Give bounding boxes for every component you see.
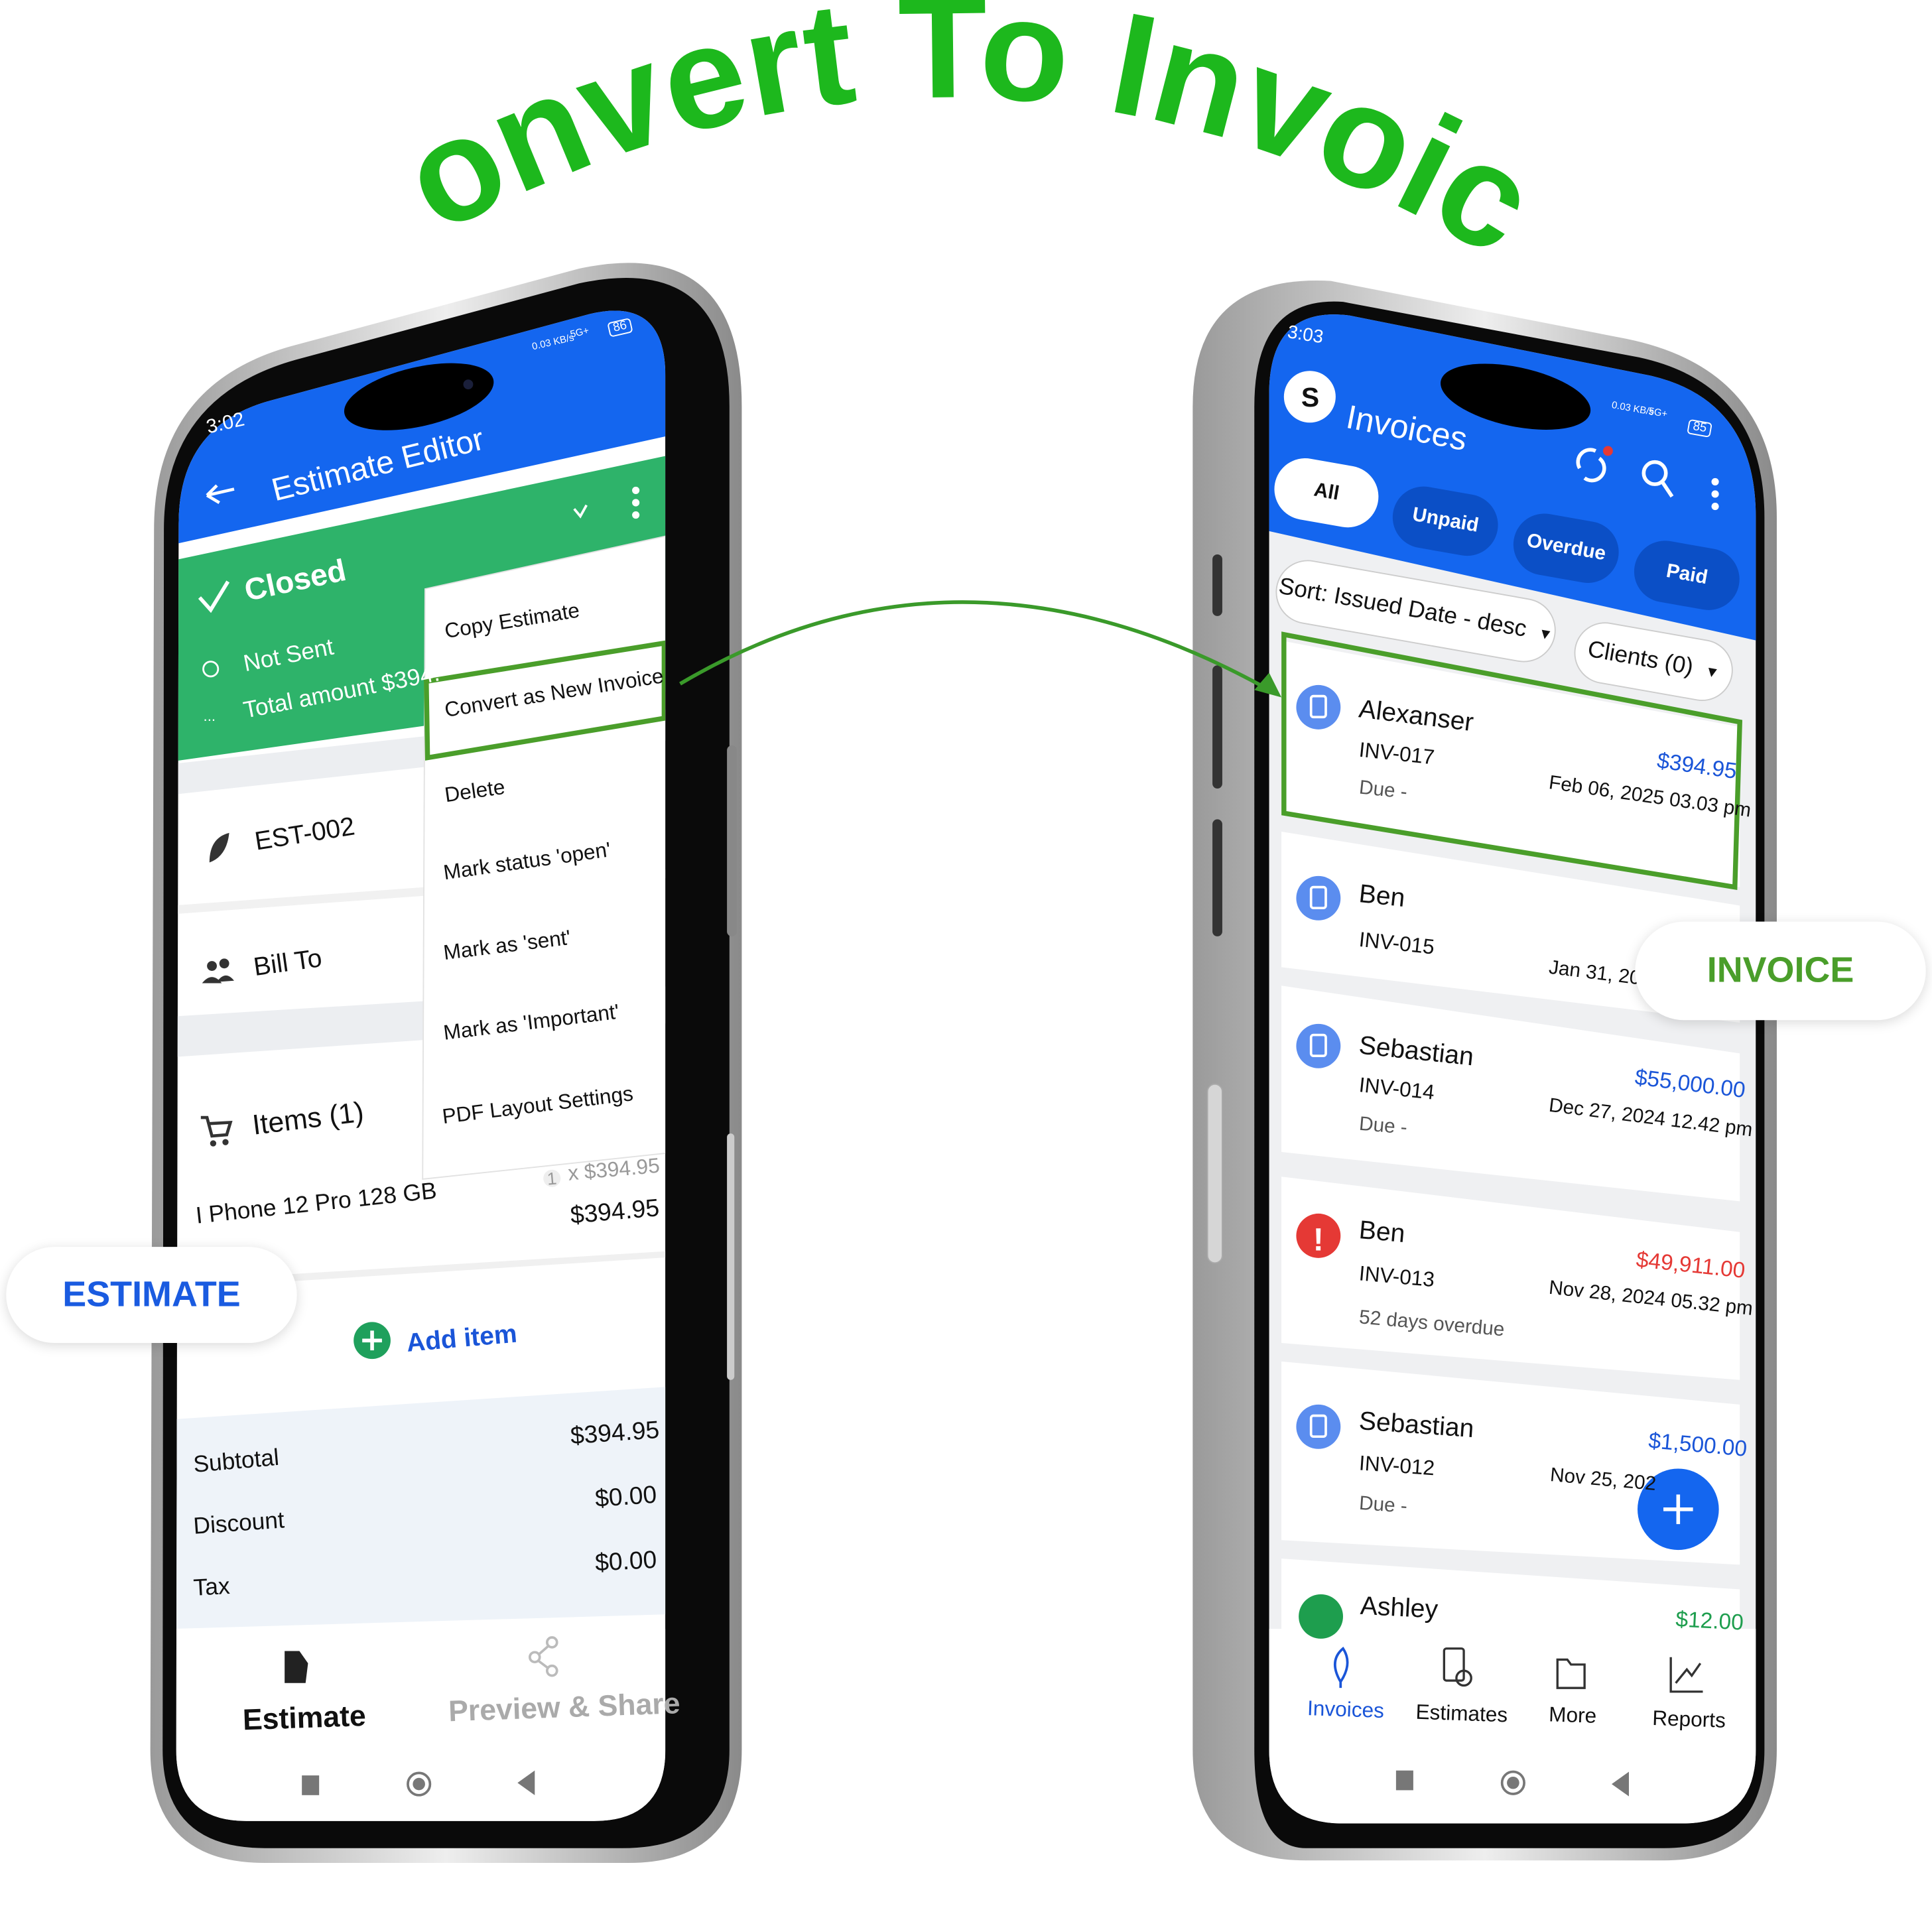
sync-badge <box>1602 446 1613 456</box>
nav-reports[interactable]: Reports <box>1652 1706 1726 1732</box>
stage: Convert To Invoice <box>0 0 1932 1910</box>
nav-estimate[interactable]: Estimate <box>242 1700 367 1738</box>
invoice-client[interactable]: Ben <box>1358 880 1407 913</box>
clients-label: Clients (0) <box>1585 637 1695 681</box>
tax-value[interactable]: $0.00 <box>594 1547 657 1577</box>
left-screen <box>176 310 666 1821</box>
invoice-number: INV-012 <box>1358 1451 1436 1480</box>
discount-label: Discount <box>192 1507 286 1541</box>
nav-invoices[interactable]: Invoices <box>1307 1696 1385 1722</box>
headline: Convert To Invoice <box>0 0 1559 286</box>
dropdown-arrow-icon: ▼ <box>1703 662 1721 682</box>
subtotal-value: $394.95 <box>569 1417 661 1450</box>
nav-estimates[interactable]: Estimates <box>1415 1700 1508 1727</box>
recent-apps-icon <box>302 1775 320 1795</box>
tax-label: Tax <box>192 1574 231 1602</box>
dropdown-arrow-icon: ▼ <box>1537 624 1555 644</box>
invoice-status: Due - <box>1358 1114 1409 1139</box>
status-time-right: 3:03 <box>1285 322 1325 348</box>
svg-text:!: ! <box>1313 1222 1324 1258</box>
avatar-initial[interactable]: S <box>1301 384 1319 412</box>
more-vert-icon <box>632 486 640 519</box>
discount-value[interactable]: $0.00 <box>594 1482 658 1513</box>
invoice-badge: INVOICE <box>1635 921 1926 1021</box>
more-vert-icon-right <box>1711 478 1719 511</box>
connector-arrow <box>679 600 1270 692</box>
nav-preview-share[interactable]: Preview & Share <box>448 1687 680 1728</box>
nav-more[interactable]: More <box>1549 1702 1597 1728</box>
invoice-amount: $12.00 <box>1675 1606 1744 1635</box>
invoice-client[interactable]: Ben <box>1358 1216 1406 1249</box>
recent-apps-icon <box>1395 1770 1413 1791</box>
invoice-client[interactable]: Ashley <box>1360 1592 1439 1624</box>
ellipsis-icon: ... <box>204 708 216 724</box>
estimate-badge: ESTIMATE <box>6 1247 297 1344</box>
invoice-status: Due - <box>1358 1493 1408 1518</box>
